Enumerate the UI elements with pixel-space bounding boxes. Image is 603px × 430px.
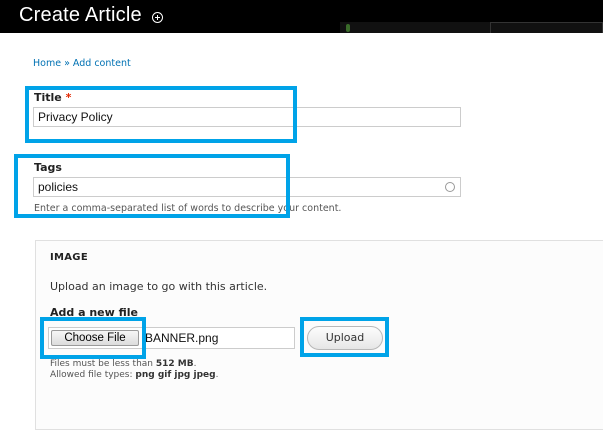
size-limit-prefix: Files must be less than: [50, 359, 156, 369]
file-types-prefix: Allowed file types:: [50, 370, 136, 380]
tags-description: Enter a comma-separated list of words to…: [34, 203, 342, 214]
size-limit-suffix: .: [193, 359, 197, 369]
required-marker: *: [65, 91, 72, 104]
file-input[interactable]: Choose File BANNER.png: [48, 327, 295, 349]
tags-field-label: Tags: [34, 161, 62, 174]
title-field-label: Title *: [34, 91, 71, 104]
add-new-file-label: Add a new file: [50, 306, 139, 319]
header-search-box: [490, 22, 603, 33]
image-fieldset-legend: IMAGE: [50, 252, 88, 263]
autocomplete-icon: [445, 182, 455, 192]
breadcrumb: Home » Add content: [33, 58, 131, 69]
leaf-icon: [346, 24, 350, 32]
breadcrumb-trail[interactable]: Home » Add content: [33, 58, 131, 69]
page-title: Create Article: [19, 4, 142, 26]
image-help-text: Upload an image to go with this article.: [50, 280, 268, 293]
selected-file-name: BANNER.png: [145, 331, 219, 345]
size-limit-value: 512 MB: [155, 359, 194, 369]
file-types-value: png gif jpg jpeg: [135, 370, 216, 380]
title-label-text: Title: [34, 91, 62, 104]
choose-file-button[interactable]: Choose File: [51, 330, 139, 346]
add-shortcut-icon[interactable]: [152, 12, 163, 23]
allowed-file-types: Allowed file types: png gif jpg jpeg.: [50, 370, 218, 380]
tags-input[interactable]: policies: [33, 177, 461, 197]
tags-input-value: policies: [38, 180, 79, 194]
file-types-suffix: .: [215, 370, 219, 380]
page-header: Create Article: [0, 0, 603, 33]
title-input[interactable]: Privacy Policy: [33, 107, 461, 127]
upload-button[interactable]: Upload: [307, 326, 383, 350]
header-background-content: [340, 22, 603, 33]
file-size-limit: Files must be less than 512 MB.: [50, 359, 197, 369]
